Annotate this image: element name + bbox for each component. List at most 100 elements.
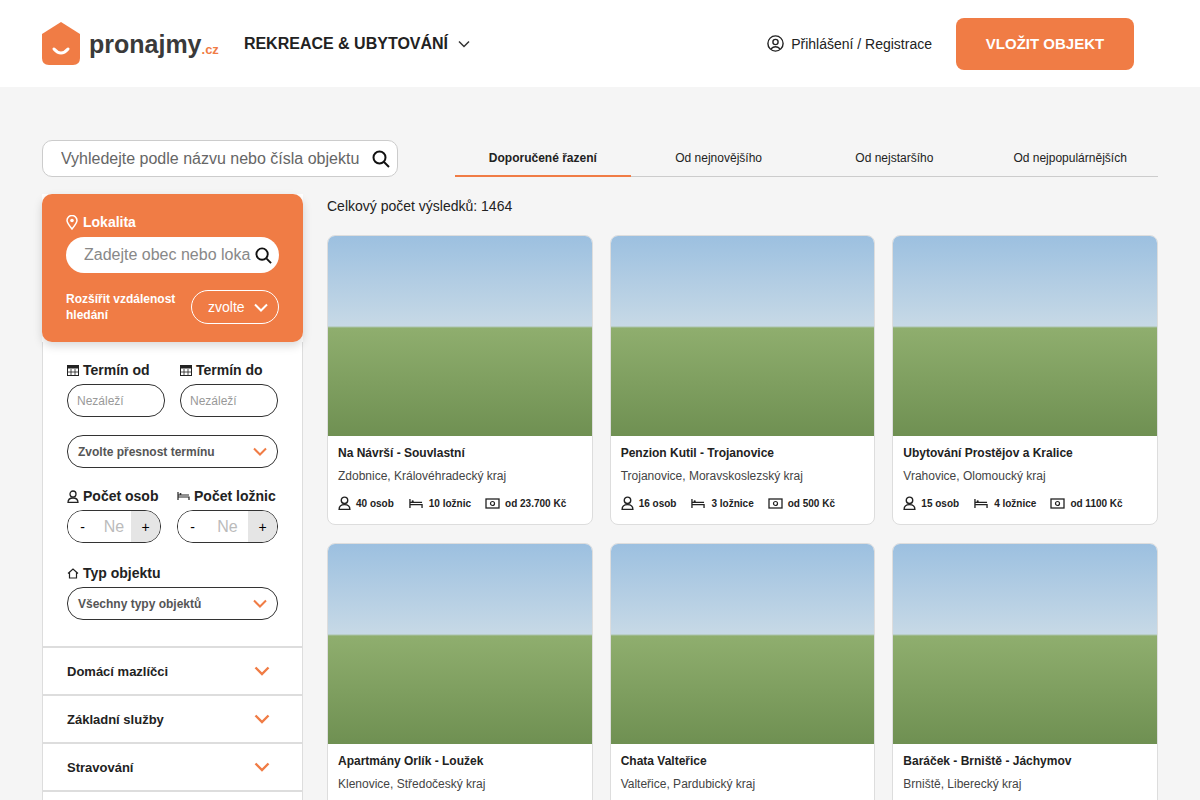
- listing-card[interactable]: Na Návrší - Souvlastní Zdobnice, Králové…: [327, 235, 593, 525]
- accordion-row[interactable]: [42, 790, 303, 800]
- bed-icon: [690, 498, 706, 509]
- chevron-down-icon: [254, 303, 268, 312]
- results-count: Celkový počet výsledků: 1464: [327, 194, 1158, 218]
- sort-tab[interactable]: Od nejnovějšího: [631, 141, 807, 177]
- person-icon: [338, 496, 351, 510]
- accordion-row[interactable]: Základní služby: [42, 694, 303, 742]
- stepper-filter: Počet osob - +: [67, 488, 161, 543]
- money-icon: [768, 497, 783, 509]
- persons-stat: 15 osob: [903, 496, 959, 510]
- logo-icon: [42, 22, 80, 65]
- stepper-input[interactable]: [97, 511, 131, 542]
- date-label: Termín do: [180, 362, 278, 378]
- listing-card[interactable]: Penzion Kutil - Trojanovice Trojanovice,…: [610, 235, 876, 525]
- plus-button[interactable]: +: [248, 511, 277, 542]
- listing-location: Klenovice, Středočeský kraj: [338, 777, 582, 791]
- price-stat: od 500 Kč: [768, 496, 835, 510]
- bed-icon: [177, 491, 190, 501]
- date-label: Termín od: [67, 362, 165, 378]
- filters-sidebar: Lokalita Rozšířit vzdálenost hledání zvo…: [42, 194, 303, 800]
- persons-stat: 40 osob: [338, 496, 394, 510]
- listing-card[interactable]: Ubytování Prostějov a Kralice Vrahovice,…: [892, 235, 1158, 525]
- listing-stats: 16 osob 3 ložnice od 500 Kč: [621, 496, 865, 510]
- sort-tab[interactable]: Od nejstaršího: [807, 141, 983, 177]
- date-filter: Termín do: [180, 362, 278, 417]
- logo-suffix: .cz: [202, 42, 219, 57]
- accordion-row[interactable]: Stravování: [42, 742, 303, 790]
- persons-stat: 16 osob: [621, 496, 677, 510]
- search-input[interactable]: [59, 149, 372, 169]
- date-input[interactable]: [180, 384, 278, 417]
- stepper-filter: Počet ložnic - +: [177, 488, 278, 543]
- type-select[interactable]: Všechny typy objektů: [67, 587, 278, 620]
- page: pronajmy.cz REKREACE & UBYTOVÁNÍ Přihláš…: [0, 0, 1200, 800]
- chevron-down-icon: [254, 714, 270, 724]
- nav-menu[interactable]: REKREACE & UBYTOVÁNÍ: [244, 35, 470, 53]
- add-object-button[interactable]: VLOŽIT OBJEKT: [956, 18, 1134, 70]
- price-stat: od 1100 Kč: [1050, 496, 1122, 510]
- distance-select[interactable]: zvolte: [191, 290, 279, 324]
- plus-button[interactable]: +: [131, 511, 160, 542]
- bed-icon: [408, 498, 424, 509]
- type-label: Typ objektu: [67, 565, 278, 581]
- listing-card[interactable]: Apartmány Orlík - Loužek Klenovice, Stře…: [327, 543, 593, 800]
- calendar-icon: [67, 364, 79, 376]
- header: pronajmy.cz REKREACE & UBYTOVÁNÍ Přihláš…: [0, 0, 1200, 87]
- listing-title: Penzion Kutil - Trojanovice: [621, 446, 865, 460]
- sort-tab[interactable]: Doporučené řazení: [455, 141, 631, 177]
- results: Celkový počet výsledků: 1464 Na Návrší -…: [327, 194, 1158, 800]
- listing-photo: [893, 544, 1157, 744]
- chevron-down-icon: [458, 40, 470, 48]
- minus-button[interactable]: -: [178, 511, 207, 542]
- listing-location: Vrahovice, Olomoucký kraj: [903, 469, 1147, 483]
- money-icon: [1050, 497, 1065, 509]
- date-input[interactable]: [67, 384, 165, 417]
- date-filter: Termín od: [67, 362, 165, 417]
- stepper-label: Počet osob: [67, 488, 161, 504]
- listing-card[interactable]: Chata Valteřice Valteřice, Pardubický kr…: [610, 543, 876, 800]
- listing-stats: 40 osob 10 ložnic od 23.700 Kč: [338, 496, 582, 510]
- listing-title: Baráček - Brniště - Jáchymov: [903, 754, 1147, 768]
- listing-grid: Na Návrší - Souvlastní Zdobnice, Králové…: [327, 235, 1158, 800]
- person-icon: [67, 490, 79, 503]
- bedrooms-stat: 4 ložnice: [973, 496, 1036, 510]
- stepper: - +: [177, 510, 278, 543]
- money-icon: [485, 497, 500, 509]
- location-input[interactable]: [82, 245, 255, 265]
- search-box: [42, 140, 398, 177]
- listing-title: Chata Valteřice: [621, 754, 865, 768]
- accordion-row[interactable]: Domácí mazlíčci: [42, 646, 303, 694]
- location-filter: Lokalita Rozšířit vzdálenost hledání zvo…: [42, 194, 303, 342]
- sort-tab[interactable]: Od nejpopulárnějších: [982, 141, 1158, 177]
- logo-text: pronajmy: [89, 32, 202, 57]
- house-icon: [67, 568, 79, 579]
- bed-icon: [973, 498, 989, 509]
- precision-select[interactable]: Zvolte přesnost termínu: [67, 435, 278, 468]
- sort-tabs: Doporučené řazeníOd nejnovějšíhoOd nejst…: [455, 141, 1158, 177]
- listing-location: Valteřice, Pardubický kraj: [621, 777, 865, 791]
- chevron-down-icon: [253, 599, 267, 608]
- listing-stats: 15 osob 4 ložnice od 1100 Kč: [903, 496, 1147, 510]
- listing-title: Apartmány Orlík - Loužek: [338, 754, 582, 768]
- listing-card[interactable]: Baráček - Brniště - Jáchymov Brniště, Li…: [892, 543, 1158, 800]
- location-label: Lokalita: [66, 214, 279, 230]
- chevron-down-icon: [253, 447, 267, 456]
- stepper-label: Počet ložnic: [177, 488, 278, 504]
- bedrooms-stat: 10 ložnic: [408, 496, 471, 510]
- logo[interactable]: pronajmy.cz: [42, 22, 219, 65]
- person-icon: [903, 496, 916, 510]
- listing-location: Zdobnice, Královéhradecký kraj: [338, 469, 582, 483]
- search-icon[interactable]: [255, 247, 272, 264]
- price-stat: od 23.700 Kč: [485, 496, 566, 510]
- search-icon[interactable]: [372, 150, 390, 168]
- listing-title: Ubytování Prostějov a Kralice: [903, 446, 1147, 460]
- filter-panel: Termín od Termín do Zvolte přesnost term…: [42, 342, 303, 646]
- listing-photo: [611, 236, 875, 436]
- calendar-icon: [180, 364, 192, 376]
- chevron-down-icon: [254, 762, 270, 772]
- main: Doporučené řazeníOd nejnovějšíhoOd nejst…: [0, 87, 1200, 800]
- distance-row: Rozšířit vzdálenost hledání zvolte: [66, 290, 279, 324]
- stepper-input[interactable]: [207, 511, 248, 542]
- minus-button[interactable]: -: [68, 511, 97, 542]
- login-link[interactable]: Přihlášení / Registrace: [767, 35, 932, 52]
